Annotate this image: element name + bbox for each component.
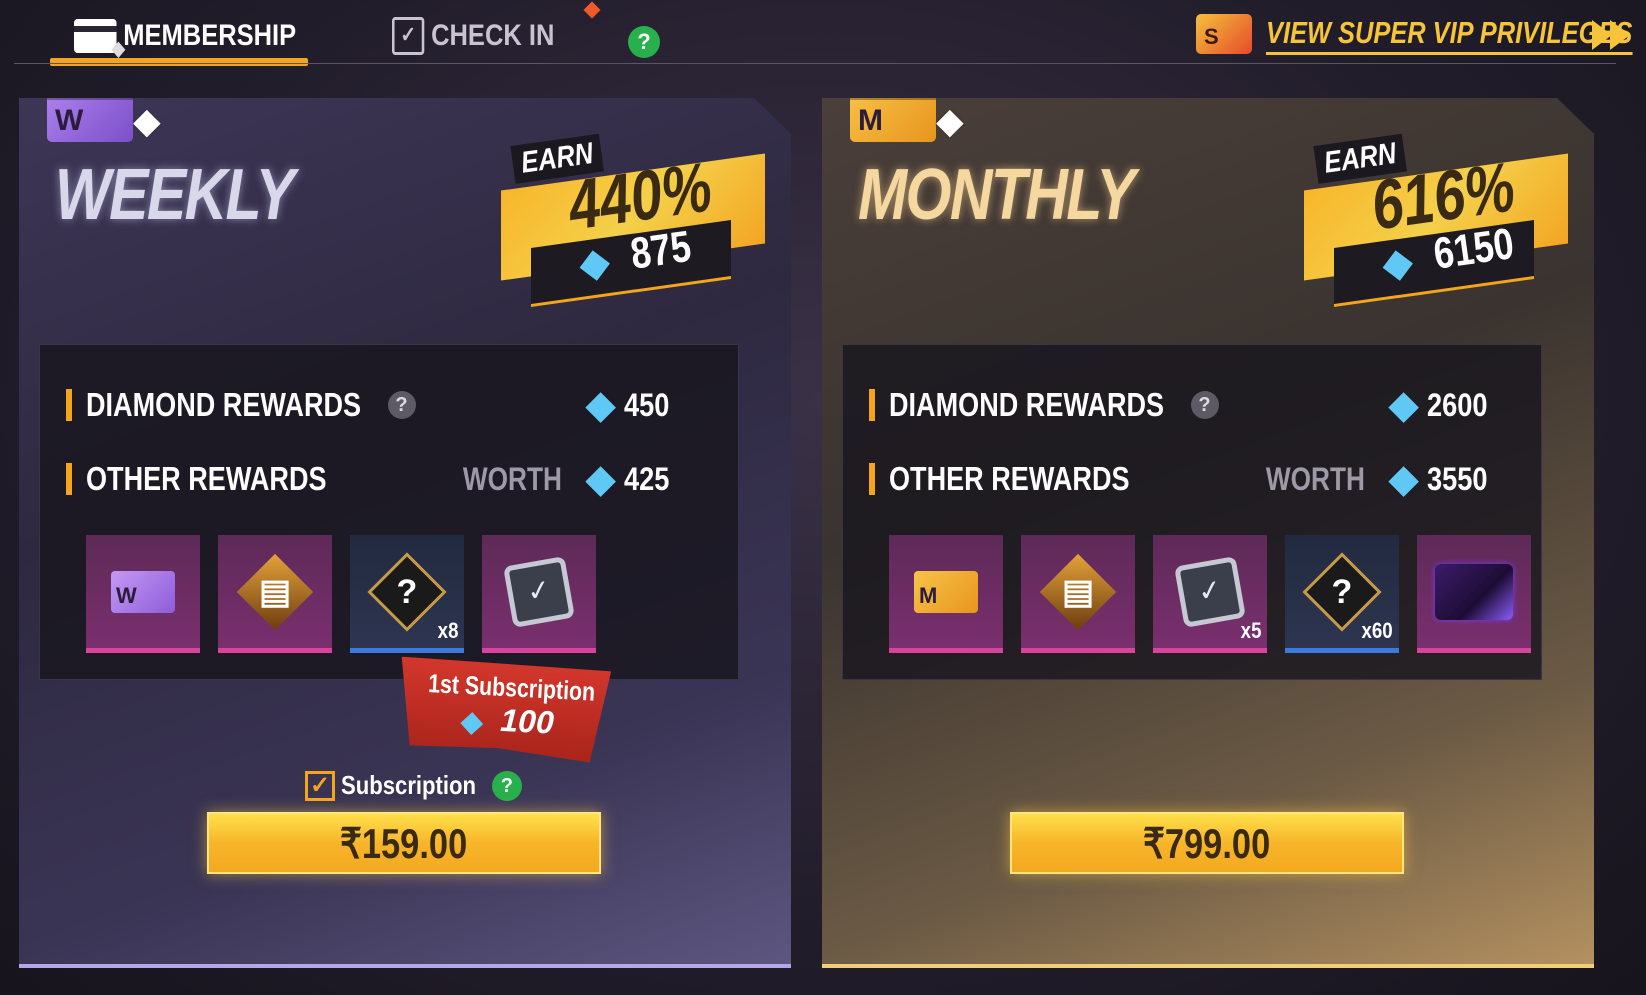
diamond-icon: ◆ xyxy=(133,100,161,141)
row-accent-bar xyxy=(869,389,875,421)
other-rewards-row: OTHER REWARDS WORTH ◆ 425 xyxy=(66,459,698,499)
notification-dot xyxy=(583,1,601,19)
tab-membership-label: MEMBERSHIP xyxy=(123,19,297,52)
item-quantity: x60 xyxy=(1361,618,1393,643)
worth-label: WORTH xyxy=(1266,460,1366,497)
diamond-icon: ◆ xyxy=(1379,239,1416,287)
help-button[interactable]: ? xyxy=(628,26,660,58)
view-super-vip-label: VIEW SUPER VIP PRIVILEGES xyxy=(1266,14,1633,55)
double-arrow-icon xyxy=(1592,20,1612,50)
reward-item[interactable]: ? x60 xyxy=(1285,535,1399,653)
diamond-rewards-label: DIAMOND REWARDS xyxy=(889,386,1165,423)
view-super-vip-link[interactable]: S VIEW SUPER VIP PRIVILEGES xyxy=(1196,12,1646,56)
reward-item[interactable]: M xyxy=(889,535,1003,653)
reward-item[interactable]: W xyxy=(86,535,200,653)
row-accent-bar xyxy=(66,389,72,421)
item-quantity: x8 xyxy=(437,618,458,643)
check-in-calendar-icon: ✓ xyxy=(503,555,575,628)
other-rewards-label: OTHER REWARDS xyxy=(86,460,327,497)
diamond-icon: ◆ xyxy=(936,100,964,141)
other-rewards-label: OTHER REWARDS xyxy=(889,460,1130,497)
reward-item[interactable]: ▤ xyxy=(218,535,332,653)
diamond-icon: ◆ xyxy=(1388,457,1419,501)
subscription-label: Subscription xyxy=(341,770,477,800)
other-rewards-value: 425 xyxy=(624,460,670,497)
monthly-membership-panel: M ◆ MONTHLY EARN 616% ◆ 6150 DIAMOND REW… xyxy=(822,98,1594,968)
reward-items: M ▤ ✓ x5 ? x60 xyxy=(889,535,1531,653)
top-nav: MEMBERSHIP ✓ CHECK IN ? S VIEW SUPER VIP… xyxy=(0,0,1646,66)
earn-banner: EARN 440% ◆ 875 xyxy=(501,133,771,308)
first-subscription-value: 100 xyxy=(499,701,555,741)
monthly-badge-letter: M xyxy=(858,104,883,137)
reward-item[interactable]: ✓ xyxy=(482,535,596,653)
rewards-box: DIAMOND REWARDS ? ◆ 450 OTHER REWARDS WO… xyxy=(39,344,739,680)
diamond-icon: ◆ xyxy=(576,239,613,287)
monthly-title: MONTHLY xyxy=(858,155,1136,235)
tab-membership[interactable]: MEMBERSHIP xyxy=(74,14,297,61)
buy-weekly-button[interactable]: ₹159.00 xyxy=(207,812,601,874)
weekly-card-letter: W xyxy=(116,582,137,608)
double-arrow-icon-2 xyxy=(1610,20,1630,50)
active-tab-indicator xyxy=(50,58,308,66)
reward-item[interactable]: ▤ xyxy=(1021,535,1135,653)
monthly-badge-icon: M ◆ xyxy=(850,98,964,142)
diamond-rewards-label: DIAMOND REWARDS xyxy=(86,386,362,423)
diamond-rewards-value: 450 xyxy=(624,386,670,423)
voucher-cards-icon: ▤ xyxy=(1039,553,1117,630)
other-rewards-value: 3550 xyxy=(1427,460,1488,497)
mystery-box-icon: ? xyxy=(367,551,447,632)
first-subscription-ribbon: 1st Subscription ◆ 100 xyxy=(397,657,612,764)
diamond-rewards-help-icon[interactable]: ? xyxy=(1190,391,1219,419)
subscription-checkbox[interactable]: ✓ xyxy=(305,770,335,801)
diamond-rewards-row: DIAMOND REWARDS ? ◆ 2600 xyxy=(869,385,1501,425)
earn-banner: EARN 616% ◆ 6150 xyxy=(1304,133,1574,308)
diamond-icon: ◆ xyxy=(1388,383,1419,427)
diamond-rewards-value: 2600 xyxy=(1427,386,1488,423)
other-rewards-row: OTHER REWARDS WORTH ◆ 3550 xyxy=(869,459,1501,499)
reward-item[interactable]: ? x8 xyxy=(350,535,464,653)
super-vip-card-icon: S xyxy=(1196,14,1252,54)
super-vip-badge-letter: S xyxy=(1204,24,1219,49)
loot-chest-icon xyxy=(1435,563,1513,620)
weekly-title: WEEKLY xyxy=(55,155,295,235)
weekly-price: ₹159.00 xyxy=(340,819,468,867)
subscription-option: ✓ Subscription ? xyxy=(305,770,522,801)
row-accent-bar xyxy=(66,463,72,495)
item-quantity: x5 xyxy=(1240,618,1261,643)
voucher-cards-icon: ▤ xyxy=(236,553,314,630)
diamond-rewards-help-icon[interactable]: ? xyxy=(387,391,416,419)
rewards-box: DIAMOND REWARDS ? ◆ 2600 OTHER REWARDS W… xyxy=(842,344,1542,680)
tab-check-in[interactable]: ✓ CHECK IN xyxy=(392,14,554,58)
diamond-icon: ◆ xyxy=(585,457,616,501)
membership-card-icon xyxy=(74,19,125,61)
weekly-membership-panel: W ◆ WEEKLY EARN 440% ◆ 875 DIAMOND REWAR… xyxy=(19,98,791,968)
subscription-help-icon[interactable]: ? xyxy=(491,770,522,801)
reward-item[interactable]: ✓ x5 xyxy=(1153,535,1267,653)
weekly-badge-letter: W xyxy=(55,104,84,137)
calendar-check-icon: ✓ xyxy=(392,17,425,55)
monthly-card-letter: M xyxy=(919,582,938,608)
check-in-calendar-icon: ✓ xyxy=(1174,555,1246,628)
reward-items: W ▤ ? x8 ✓ xyxy=(86,535,596,653)
diamond-rewards-row: DIAMOND REWARDS ? ◆ 450 xyxy=(66,385,698,425)
tab-check-in-label: CHECK IN xyxy=(431,19,555,52)
reward-item[interactable] xyxy=(1417,535,1531,653)
diamond-icon: ◆ xyxy=(585,383,616,427)
top-divider xyxy=(14,63,1616,64)
monthly-card-icon: M xyxy=(914,570,978,613)
weekly-card-icon: W xyxy=(111,570,175,613)
earn-diamonds: 875 xyxy=(627,221,694,279)
row-accent-bar xyxy=(869,463,875,495)
weekly-badge-icon: W ◆ xyxy=(47,98,161,142)
diamond-icon: ◆ xyxy=(459,704,485,739)
buy-monthly-button[interactable]: ₹799.00 xyxy=(1010,812,1404,874)
worth-label: WORTH xyxy=(463,460,563,497)
monthly-price: ₹799.00 xyxy=(1143,819,1271,867)
